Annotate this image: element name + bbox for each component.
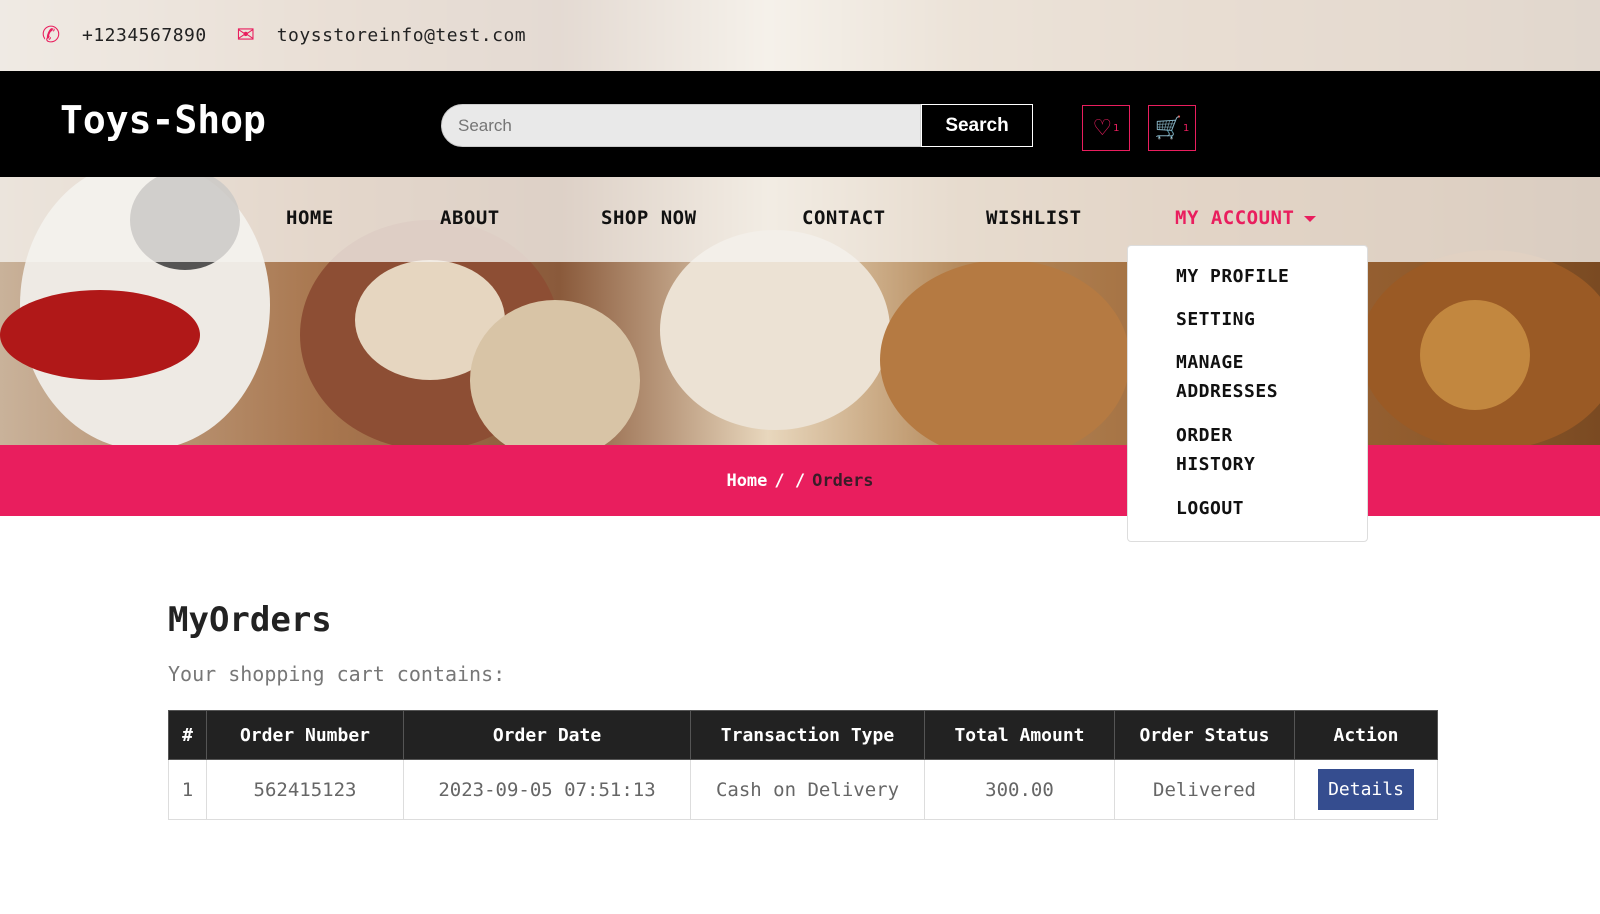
- account-dropdown-menu: MY PROFILE SETTING MANAGE ADDRESSES ORDE…: [1127, 245, 1368, 542]
- main-header: Toys-Shop Search ♡1 🛒1: [0, 71, 1600, 177]
- wishlist-count: 1: [1113, 122, 1120, 134]
- orders-table: # Order Number Order Date Transaction Ty…: [168, 710, 1438, 820]
- nav-my-account[interactable]: MY ACCOUNT: [1175, 207, 1317, 229]
- nav-about[interactable]: ABOUT: [440, 207, 500, 229]
- cell-index: 1: [168, 759, 207, 820]
- site-logo[interactable]: Toys-Shop: [60, 98, 266, 142]
- contact-bar: ✆ +1234567890 ✉ toysstoreinfo@test.com: [0, 0, 1600, 71]
- cell-action: Details: [1294, 759, 1438, 820]
- orders-section: MyOrders Your shopping cart contains: # …: [168, 600, 1438, 820]
- menu-item-order-history[interactable]: ORDER HISTORY: [1176, 421, 1286, 479]
- column-header: Transaction Type: [690, 710, 925, 760]
- cell-total-amount: 300.00: [924, 759, 1115, 820]
- search-bar: Search: [441, 104, 1033, 147]
- breadcrumb-current: Orders: [812, 470, 874, 491]
- nav-contact[interactable]: CONTACT: [802, 207, 886, 229]
- menu-item-my-profile[interactable]: MY PROFILE: [1176, 262, 1289, 291]
- breadcrumb-home[interactable]: Home: [726, 471, 767, 491]
- cart-icon: 🛒: [1154, 115, 1183, 141]
- breadcrumb-separator: / /: [774, 470, 806, 491]
- wishlist-button[interactable]: ♡ 1: [1082, 105, 1130, 151]
- search-button[interactable]: Search: [921, 104, 1033, 147]
- page-title: MyOrders: [168, 600, 332, 640]
- caret-down-icon: [1304, 215, 1317, 222]
- email-address[interactable]: toysstoreinfo@test.com: [277, 25, 526, 46]
- column-header: Action: [1294, 710, 1438, 760]
- cell-order-number: 562415123: [206, 759, 404, 820]
- cart-button[interactable]: 🛒 1: [1148, 105, 1196, 151]
- phone-number[interactable]: +1234567890: [82, 25, 207, 46]
- cart-count: 1: [1183, 122, 1190, 134]
- cell-transaction-type: Cash on Delivery: [690, 759, 925, 820]
- page-subtitle: Your shopping cart contains:: [168, 662, 506, 686]
- column-header: Total Amount: [924, 710, 1115, 760]
- column-header: Order Number: [206, 710, 404, 760]
- column-header: Order Date: [403, 710, 691, 760]
- nav-shop-now[interactable]: SHOP NOW: [601, 207, 697, 229]
- nav-home[interactable]: HOME: [286, 207, 334, 229]
- search-input[interactable]: [441, 104, 921, 147]
- nav-wishlist[interactable]: WISHLIST: [986, 207, 1082, 229]
- envelope-icon: ✉: [236, 23, 255, 48]
- menu-item-logout[interactable]: LOGOUT: [1176, 494, 1244, 523]
- column-header: #: [168, 710, 207, 760]
- menu-item-manage-addresses[interactable]: MANAGE ADDRESSES: [1176, 348, 1316, 406]
- column-header: Order Status: [1114, 710, 1295, 760]
- table-header-row: # Order Number Order Date Transaction Ty…: [168, 710, 1438, 760]
- phone-icon: ✆: [41, 23, 61, 48]
- table-row: 1 562415123 2023-09-05 07:51:13 Cash on …: [168, 759, 1438, 820]
- cell-order-date: 2023-09-05 07:51:13: [403, 759, 691, 820]
- nav-my-account-label: MY ACCOUNT: [1175, 207, 1295, 229]
- cell-order-status: Delivered: [1114, 759, 1295, 820]
- heart-icon: ♡: [1092, 115, 1113, 141]
- menu-item-setting[interactable]: SETTING: [1176, 305, 1255, 334]
- details-button[interactable]: Details: [1318, 769, 1414, 810]
